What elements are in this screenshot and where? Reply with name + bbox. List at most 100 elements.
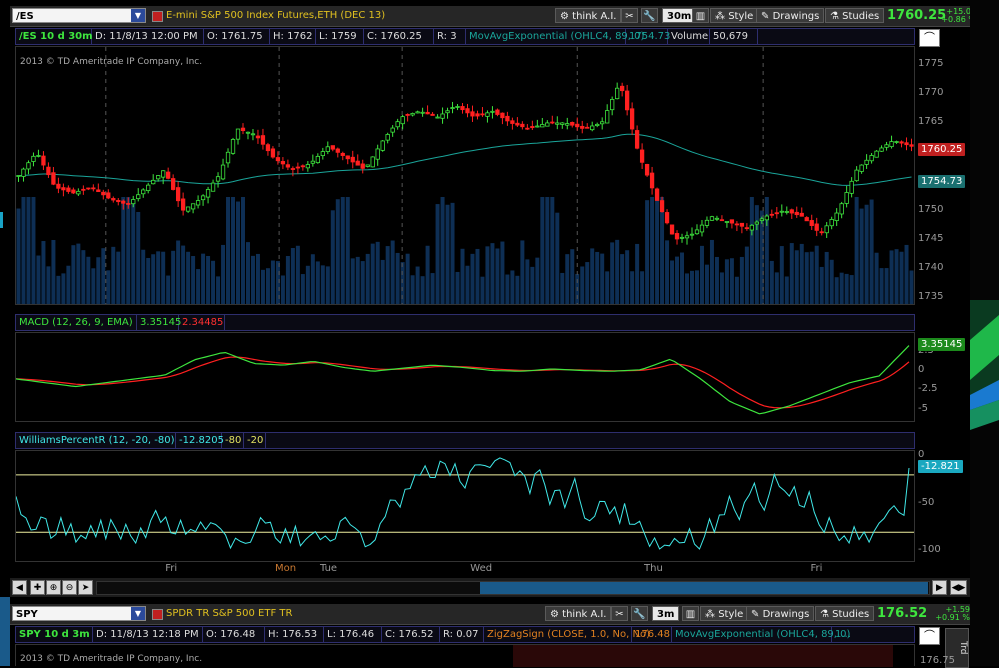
volume-bar [116,251,121,304]
willr-axis-label: -50 [918,496,935,508]
candle-body [899,141,904,144]
candle-body [704,219,710,226]
volume-bar [141,249,146,304]
price-axis-label: 1770 [918,86,944,98]
day-label: Tue [320,563,338,574]
candle-body [380,140,385,151]
willr-overbought: -80 [222,433,244,448]
macd-chart[interactable] [16,333,914,421]
spy-studies-button[interactable]: ⚗ Studies [815,606,875,621]
spy-aggregation-button[interactable]: 3m [652,606,680,621]
spy-price-panel[interactable]: 2013 © TD Ameritrade IP Company, Inc. [15,644,915,667]
macd-axis[interactable]: 2.5 0 -2.5 -5 3.35145 [916,332,970,422]
volume-bar [41,241,46,304]
volume-bar [525,259,530,304]
drawings-button[interactable]: ✎ Drawings [756,8,825,23]
price-chart[interactable] [16,47,914,304]
volume-bar [280,275,285,304]
candle-body [495,109,500,115]
candle-body [265,144,271,152]
candle-body [525,127,530,130]
candle-body [101,191,106,196]
wrench-icon[interactable]: 🔧 [631,606,648,621]
low-field: L: 1759 [316,29,364,44]
volume-bar [330,210,335,304]
tools-icon[interactable]: ✂ [621,8,638,23]
price-panel[interactable]: 2013 © TD Ameritrade IP Company, Inc. [15,46,915,305]
volume-bar [255,253,260,304]
spy-collapse-panel-icon[interactable]: ⌒ [919,627,940,645]
scrollbar-thumb[interactable] [480,582,928,594]
volume-bar [320,265,325,304]
day-label: Fri [165,563,178,574]
scroll-right-icon[interactable]: ▶ [932,580,947,595]
volume-bar [46,266,51,304]
willr-value-tag: -12.821 [918,460,963,474]
spy-symbol-input[interactable]: SPY ▼ [12,606,146,621]
spy-open-field: O: 176.48 [203,627,265,642]
macd-panel[interactable] [15,332,915,422]
candle-body [310,160,315,164]
candle-body [370,156,375,168]
scroll-left-icon[interactable]: ◀ [12,580,27,595]
candle-body [799,212,804,217]
style-button[interactable]: ⁂ Style [710,8,759,23]
pointer-icon[interactable]: ➤ [78,580,93,595]
candle-body [874,150,879,158]
spy-drawings-button[interactable]: ✎ Drawings [746,606,815,621]
price-axis-label: 1765 [918,115,944,127]
candle-body [230,139,236,154]
symbol-input[interactable]: /ES ▼ [12,8,146,23]
chart-icon[interactable]: ▥ [692,8,709,23]
expand-icon[interactable]: ◀▶ [950,580,967,595]
candle-body [200,195,206,201]
volume-bar [680,252,685,304]
symbol-text: /ES [16,11,34,22]
price-axis[interactable]: 1775177017651760175517501745174017351760… [916,46,970,305]
tools-icon[interactable]: ✂ [611,606,628,621]
spy-style-button[interactable]: ⁂ Style [700,606,749,621]
volume-bar [620,254,625,304]
candle-body [465,108,470,114]
zoom-in-icon[interactable]: ⊕ [46,580,61,595]
think-ai-button[interactable]: ⚙ think A.I. [555,8,622,23]
willr-panel[interactable] [15,450,915,562]
candle-body [51,172,56,185]
volume-bar [26,197,31,304]
volume-bar [824,251,829,304]
candle-body [729,219,735,224]
candle-body [520,123,525,128]
volume-bar [699,245,704,304]
spy-last-price: 176.52 [877,606,928,621]
candle-body [540,124,545,128]
volume-bar [555,212,560,304]
spy-think-ai-button[interactable]: ⚙ think A.I. [545,606,612,621]
volume-bar [71,245,76,304]
studies-button[interactable]: ⚗ Studies [825,8,885,23]
chart-icon[interactable]: ▥ [682,606,699,621]
chevron-down-icon[interactable]: ▼ [131,9,145,22]
volume-bar [440,197,445,304]
candle-body [649,172,655,189]
volume-bar [455,271,460,304]
volume-bar [590,248,595,304]
willr-chart[interactable] [16,451,914,561]
scrollbar-track[interactable] [96,581,930,595]
zoom-out-icon[interactable]: ⊖ [62,580,77,595]
candle-body [205,189,211,198]
candle-body [81,188,86,191]
wrench-icon[interactable]: 🔧 [641,8,658,23]
collapse-panel-icon[interactable]: ⌒ [919,29,940,47]
willr-axis[interactable]: 0 -50 -100 -12.821 [916,449,970,562]
flask-icon: ⚗ [820,609,833,620]
volume-bar [171,250,176,304]
chevron-down-icon[interactable]: ▼ [131,607,145,620]
volume-bar [490,243,495,304]
candle-body [819,231,824,234]
volume-bar [625,250,630,304]
crosshair-icon[interactable]: ✚ [30,580,45,595]
volume-bar [520,240,525,304]
candle-body [345,155,350,160]
open-field: O: 1761.75 [204,29,270,44]
volume-bar [186,251,191,304]
